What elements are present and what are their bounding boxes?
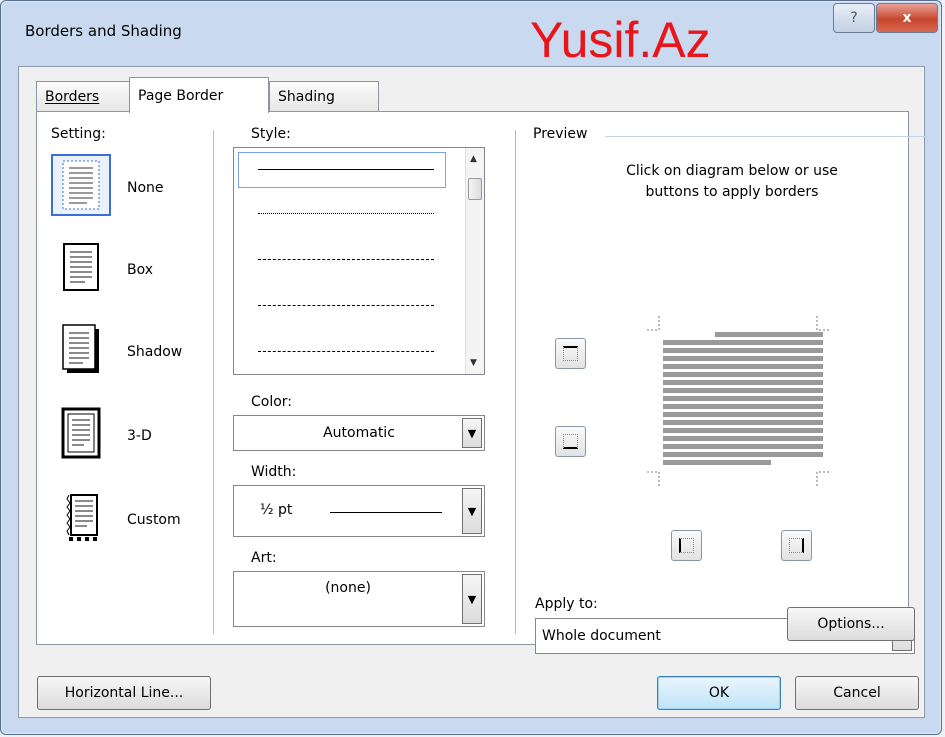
chevron-down-icon[interactable]: ▼ (462, 574, 482, 624)
tab-borders[interactable]: Borders (36, 81, 130, 112)
setting-none-label: None (127, 180, 164, 196)
apply-to-label: Apply to: (535, 596, 598, 612)
setting-none-button[interactable] (51, 154, 111, 216)
help-icon: ? (850, 10, 858, 26)
width-value: ½ pt (260, 502, 293, 518)
art-value: (none) (325, 580, 371, 596)
page-none-icon (62, 160, 100, 210)
borders-shading-dialog: Borders and Shading Yusif.Az ? x Borders… (0, 0, 942, 735)
style-label: Style: (251, 126, 291, 142)
color-value: Automatic (323, 425, 395, 441)
scroll-thumb[interactable] (468, 178, 482, 200)
right-border-icon (789, 538, 804, 553)
setting-label: Setting: (51, 126, 106, 142)
options-button-label: Options... (817, 616, 885, 632)
help-button[interactable]: ? (833, 3, 875, 33)
dialog-body: Borders Page Border Shading Setting: Non… (18, 66, 927, 718)
page-border-panel: Setting: None Box Shadow 3-D Custom Styl… (36, 111, 927, 654)
right-border-button[interactable] (781, 530, 812, 561)
style-selection-highlight (238, 152, 446, 188)
horizontal-line-button[interactable]: Horizontal Line... (37, 676, 211, 710)
setting-custom-label: Custom (127, 512, 181, 528)
tab-borders-label: Borders (45, 89, 100, 105)
style-option-dashed-medium[interactable] (258, 305, 434, 306)
setting-custom-button[interactable] (51, 486, 111, 548)
width-dropdown[interactable]: ½ pt ▼ (233, 485, 485, 537)
color-label: Color: (251, 394, 293, 410)
style-option-dash-dot[interactable] (258, 351, 434, 352)
setting-3d-button[interactable] (51, 402, 111, 464)
tab-shading-label: Shading (278, 89, 335, 105)
style-option-dotted[interactable] (258, 213, 434, 214)
ok-button[interactable]: OK (657, 676, 781, 710)
width-label: Width: (251, 464, 297, 480)
close-button[interactable]: x (876, 3, 938, 33)
watermark-text: Yusif.Az (530, 12, 711, 68)
setting-box-button[interactable] (51, 236, 111, 298)
window-title: Borders and Shading (25, 22, 182, 40)
width-line-sample (330, 512, 442, 513)
setting-box-label: Box (127, 262, 154, 278)
art-label: Art: (251, 550, 277, 566)
page-3d-icon (61, 407, 101, 459)
left-border-button[interactable] (671, 530, 702, 561)
setting-3d-label: 3-D (127, 428, 152, 444)
preview-divider (605, 136, 927, 137)
separator (515, 130, 517, 634)
page-custom-icon (66, 494, 98, 541)
top-border-button[interactable] (555, 338, 586, 369)
color-dropdown[interactable]: Automatic ▼ (233, 415, 485, 451)
bottom-border-icon (563, 434, 578, 449)
tab-shading[interactable]: Shading (269, 81, 379, 112)
horizontal-line-label: Horizontal Line... (64, 685, 184, 701)
scroll-up-icon[interactable]: ▲ (470, 154, 477, 164)
title-bar: Borders and Shading Yusif.Az ? x (1, 1, 941, 68)
style-option-solid[interactable] (258, 169, 434, 170)
preview-instructions: Click on diagram below or use buttons to… (533, 161, 931, 203)
preview-instructions-line1: Click on diagram below or use (626, 163, 838, 179)
style-scrollbar[interactable]: ▲ ▼ (465, 148, 484, 374)
close-icon: x (902, 10, 912, 26)
preview-instructions-line2: buttons to apply borders (645, 184, 819, 200)
tab-page-border-label: Page Border (138, 87, 224, 104)
cancel-label: Cancel (833, 685, 881, 701)
options-button[interactable]: Options... (787, 607, 915, 641)
tab-page-border[interactable]: Page Border (129, 77, 269, 113)
scroll-down-icon[interactable]: ▼ (470, 358, 477, 368)
chevron-down-icon[interactable]: ▼ (462, 418, 482, 448)
top-border-icon (563, 346, 578, 361)
chevron-down-icon[interactable]: ▼ (462, 488, 482, 534)
page-shadow-icon (62, 324, 99, 373)
preview-page-icon (647, 316, 829, 486)
style-listbox[interactable]: ▲ ▼ (233, 147, 485, 375)
bottom-border-button[interactable] (555, 426, 586, 457)
page-box-icon (63, 243, 99, 291)
style-option-dashed-small[interactable] (258, 259, 434, 260)
apply-to-value: Whole document (542, 628, 661, 644)
left-border-icon (679, 538, 694, 553)
art-dropdown[interactable]: (none) ▼ (233, 571, 485, 627)
preview-diagram[interactable] (645, 308, 831, 488)
separator (213, 130, 215, 634)
ok-label: OK (708, 685, 730, 701)
cancel-button[interactable]: Cancel (795, 676, 919, 710)
setting-shadow-label: Shadow (127, 344, 183, 360)
setting-shadow-button[interactable] (51, 318, 111, 380)
preview-label: Preview (533, 126, 588, 142)
